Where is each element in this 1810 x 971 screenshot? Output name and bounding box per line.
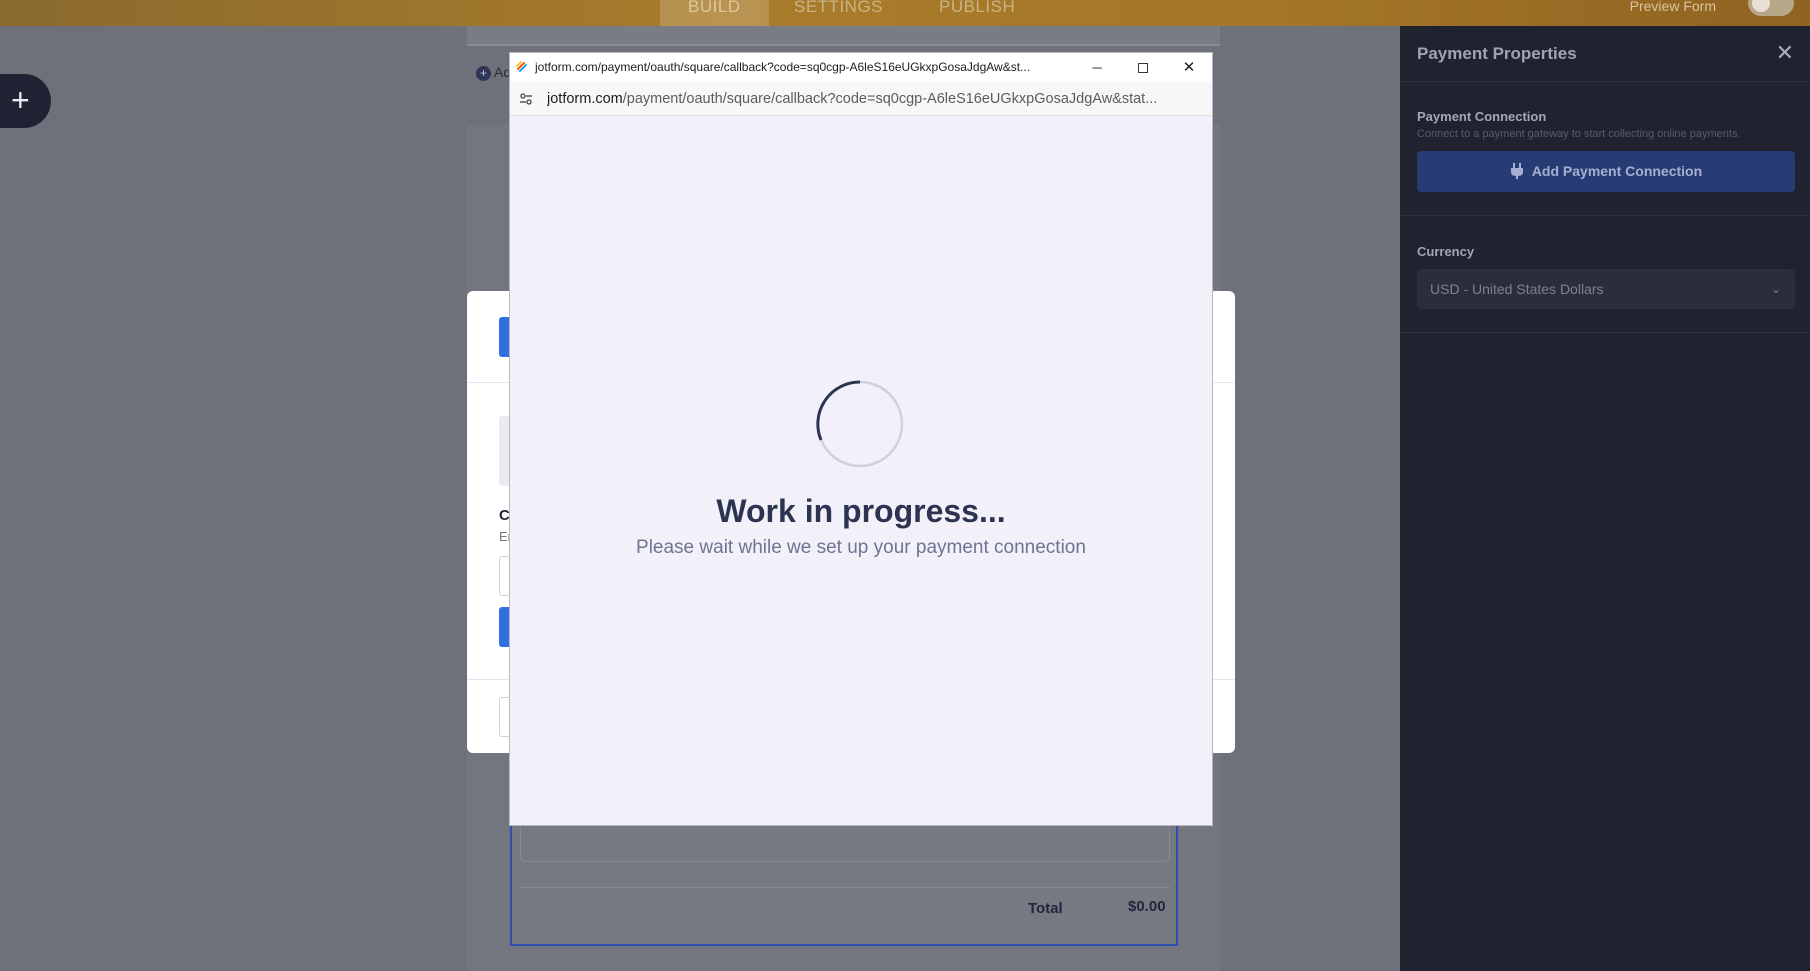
add-element-text: Ad bbox=[494, 64, 512, 80]
plug-icon bbox=[1510, 163, 1523, 179]
product-list-box bbox=[520, 826, 1170, 862]
tab-publish[interactable]: PUBLISH bbox=[911, 0, 1043, 26]
oauth-popup-window: jotform.com/payment/oauth/square/callbac… bbox=[510, 53, 1212, 825]
total-label: Total bbox=[1028, 900, 1063, 917]
panel-divider bbox=[1400, 332, 1810, 333]
popup-titlebar: jotform.com/payment/oauth/square/callbac… bbox=[510, 53, 1212, 82]
maximize-button[interactable] bbox=[1120, 53, 1166, 82]
close-icon[interactable]: ✕ bbox=[1776, 40, 1794, 66]
payment-connection-title: Payment Connection bbox=[1417, 109, 1547, 124]
popup-url-text: jotform.com/payment/oauth/square/callbac… bbox=[547, 91, 1207, 107]
close-window-button[interactable]: ✕ bbox=[1166, 53, 1212, 82]
jotform-favicon-icon bbox=[516, 60, 528, 72]
payment-properties-panel: Payment Properties ✕ Payment Connection … bbox=[1400, 26, 1810, 971]
minimize-button[interactable]: ─ bbox=[1074, 53, 1120, 82]
add-payment-connection-label: Add Payment Connection bbox=[1531, 163, 1703, 179]
plus-circle-icon: + bbox=[476, 66, 491, 81]
add-payment-connection-button[interactable]: Add Payment Connection bbox=[1417, 151, 1795, 192]
total-value: $0.00 bbox=[1128, 898, 1166, 915]
popup-address-bar[interactable]: jotform.com/payment/oauth/square/callbac… bbox=[510, 82, 1212, 116]
top-navigation-bar: BUILD SETTINGS PUBLISH Preview Form bbox=[0, 0, 1810, 26]
popup-window-title: jotform.com/payment/oauth/square/callbac… bbox=[535, 60, 1031, 74]
panel-header: Payment Properties ✕ bbox=[1400, 26, 1810, 82]
url-host: jotform.com bbox=[547, 91, 623, 107]
site-settings-icon bbox=[520, 93, 532, 105]
payment-connection-description: Connect to a payment gateway to start co… bbox=[1417, 128, 1741, 140]
payment-field-block[interactable]: Total $0.00 bbox=[510, 824, 1178, 946]
panel-divider bbox=[1400, 215, 1810, 216]
preview-form-toggle[interactable] bbox=[1748, 0, 1794, 16]
work-in-progress-heading: Work in progress... bbox=[716, 493, 1006, 529]
currency-selected-value: USD - United States Dollars bbox=[1430, 281, 1604, 297]
tab-settings[interactable]: SETTINGS bbox=[766, 0, 911, 26]
loading-spinner-icon bbox=[816, 380, 904, 468]
url-path: /payment/oauth/square/callback?code=sq0c… bbox=[622, 91, 1158, 107]
work-in-progress-subtext: Please wait while we set up your payment… bbox=[636, 537, 1086, 558]
preview-form-label: Preview Form bbox=[1629, 0, 1716, 14]
product-row bbox=[520, 860, 1170, 888]
maximize-icon bbox=[1138, 63, 1148, 73]
currency-select[interactable]: USD - United States Dollars ⌄ bbox=[1417, 269, 1795, 309]
panel-title: Payment Properties bbox=[1417, 44, 1577, 63]
currency-title: Currency bbox=[1417, 244, 1475, 259]
add-form-element-button[interactable]: + bbox=[0, 74, 51, 128]
modal-section-heading: C bbox=[499, 507, 510, 524]
form-header-strip bbox=[467, 26, 1220, 46]
chevron-down-icon: ⌄ bbox=[1770, 282, 1781, 296]
tab-build[interactable]: BUILD bbox=[660, 0, 769, 26]
add-element-link[interactable]: + Ad bbox=[476, 64, 511, 81]
